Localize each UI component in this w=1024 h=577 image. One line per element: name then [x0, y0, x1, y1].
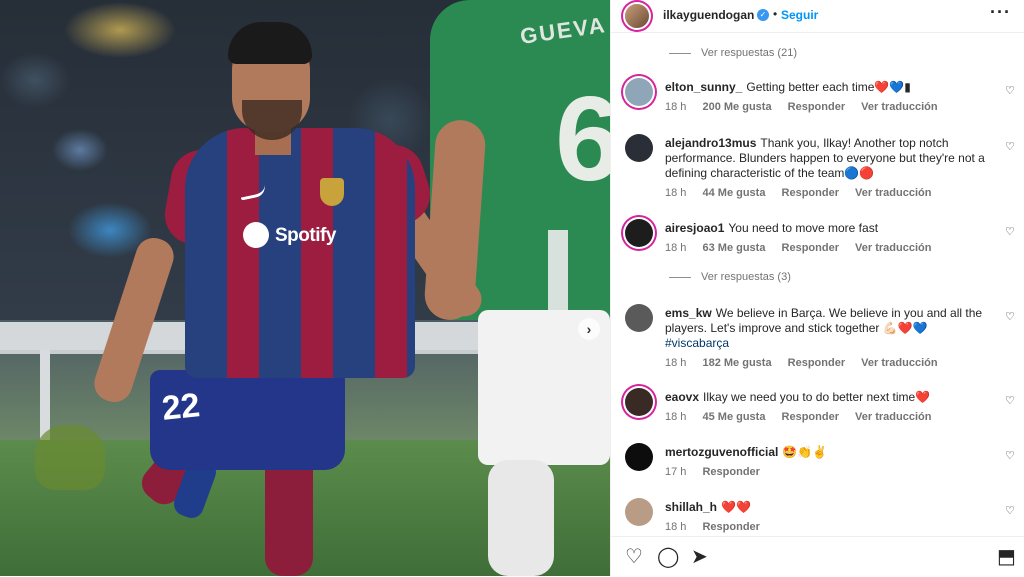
comment-body: shillah_h ❤️❤️ [665, 500, 995, 515]
like-comment-icon[interactable]: ♡ [1005, 140, 1015, 153]
comment-meta: 18 h 200 Me gusta Responder Ver traducci… [665, 101, 951, 113]
comment-likes[interactable]: 182 Me gusta [702, 357, 771, 369]
player-shirt [185, 128, 415, 378]
sponsor-text: Spotify [275, 225, 336, 246]
replies-line [669, 52, 691, 54]
like-comment-icon[interactable]: ♡ [1005, 310, 1015, 323]
commenter-avatar[interactable] [625, 219, 653, 247]
reply-button[interactable]: Responder [788, 357, 845, 369]
comment-time: 17 h [665, 466, 687, 478]
translate-button[interactable]: Ver traducción [855, 187, 931, 199]
share-icon[interactable]: ➤ [691, 547, 708, 567]
comment-meta: 18 h 44 Me gusta Responder Ver traducció… [665, 187, 944, 199]
comment-hashtag[interactable]: #viscabarça [665, 336, 729, 350]
comment-body: ems_kw We believe in Barça. We believe in… [665, 306, 995, 351]
club-crest [320, 178, 344, 206]
translate-button[interactable]: Ver traducción [861, 357, 937, 369]
separator-dot: • [773, 7, 778, 21]
reply-button[interactable]: Responder [782, 242, 839, 254]
commenter-avatar[interactable] [625, 443, 653, 471]
comment-username[interactable]: mertozguvenofficial [665, 445, 778, 459]
comment-username[interactable]: shillah_h [665, 500, 717, 514]
comment-text: ❤️❤️ [721, 500, 751, 514]
comment-username[interactable]: elton_sunny_ [665, 80, 742, 94]
commenter-avatar[interactable] [625, 78, 653, 106]
comment-username[interactable]: eaovx [665, 390, 699, 404]
commenter-avatar[interactable] [625, 134, 653, 162]
commenter-avatar[interactable] [625, 498, 653, 526]
like-comment-icon[interactable]: ♡ [1005, 504, 1015, 517]
comment-username[interactable]: alejandro13mus [665, 136, 756, 150]
comment-body: elton_sunny_ Getting better each time❤️💙▮ [665, 80, 995, 95]
more-options-icon[interactable]: ··· [990, 2, 1011, 23]
comment-likes[interactable]: 63 Me gusta [702, 242, 765, 254]
commenter-avatar[interactable] [625, 304, 653, 332]
player-shorts-number: 22 [160, 386, 202, 428]
comment-username[interactable]: ems_kw [665, 306, 712, 320]
comment-meta: 17 h Responder [665, 466, 773, 478]
view-replies-button[interactable]: Ver respuestas (21) [669, 47, 797, 59]
background-object [35, 425, 105, 490]
comment-body: mertozguvenofficial 🤩👏✌️ [665, 445, 995, 460]
comment-time: 18 h [665, 521, 687, 533]
like-comment-icon[interactable]: ♡ [1005, 84, 1015, 97]
opponent-shirt-stripe [548, 230, 568, 310]
comment-text: You need to move more fast [728, 221, 879, 235]
reply-button[interactable]: Responder [788, 101, 845, 113]
instagram-post-view: GUEVA 6 22 Spotify › ilkayguendogan ✓ • … [0, 0, 1024, 576]
comment-body: airesjoao1 You need to move more fast [665, 221, 995, 236]
follow-button[interactable]: Seguir [781, 8, 818, 22]
translate-button[interactable]: Ver traducción [855, 411, 931, 423]
author-avatar[interactable] [625, 4, 649, 28]
comment-text: Ilkay we need you to do better next time… [703, 390, 931, 404]
post-action-bar: ♡ ◯ ➤ ⬒ [611, 536, 1024, 577]
like-icon[interactable]: ♡ [625, 547, 643, 567]
verified-badge-icon: ✓ [757, 9, 769, 21]
like-comment-icon[interactable]: ♡ [1005, 449, 1015, 462]
view-replies-label: Ver respuestas (21) [701, 47, 797, 59]
author-username[interactable]: ilkayguendogan [663, 8, 754, 22]
reply-button[interactable]: Responder [702, 521, 759, 533]
replies-line [669, 276, 691, 278]
translate-button[interactable]: Ver traducción [861, 101, 937, 113]
comment-body: eaovx Ilkay we need you to do better next… [665, 390, 995, 405]
comments-panel: ilkayguendogan ✓ • Seguir ··· Ver respue… [610, 0, 1024, 576]
fence-post [40, 350, 50, 440]
translate-button[interactable]: Ver traducción [855, 242, 931, 254]
like-comment-icon[interactable]: ♡ [1005, 394, 1015, 407]
comment-time: 18 h [665, 187, 687, 199]
spotify-logo-icon [243, 222, 269, 248]
comment-icon[interactable]: ◯ [657, 547, 679, 567]
reply-button[interactable]: Responder [782, 411, 839, 423]
comment-text: Getting better each time❤️💙▮ [746, 80, 911, 94]
commenter-avatar[interactable] [625, 388, 653, 416]
comment-meta: 18 h 63 Me gusta Responder Ver traducció… [665, 242, 944, 254]
view-replies-button[interactable]: Ver respuestas (3) [669, 271, 791, 283]
comment-meta: 18 h Responder [665, 521, 773, 533]
comment-time: 18 h [665, 357, 687, 369]
comment-username[interactable]: airesjoao1 [665, 221, 724, 235]
comment-time: 18 h [665, 101, 687, 113]
comment-meta: 18 h 45 Me gusta Responder Ver traducció… [665, 411, 944, 423]
comment-likes[interactable]: 45 Me gusta [702, 411, 765, 423]
opponent-leg [488, 460, 554, 576]
comment-time: 18 h [665, 242, 687, 254]
comment-likes[interactable]: 44 Me gusta [702, 187, 765, 199]
comment-text: We believe in Barça. We believe in you a… [665, 306, 983, 335]
reply-button[interactable]: Responder [782, 187, 839, 199]
reply-button[interactable]: Responder [702, 466, 759, 478]
comment-time: 18 h [665, 411, 687, 423]
save-icon[interactable]: ⬒ [997, 547, 1016, 567]
next-photo-button[interactable]: › [578, 318, 600, 340]
like-comment-icon[interactable]: ♡ [1005, 225, 1015, 238]
post-photo[interactable]: GUEVA 6 22 Spotify › [0, 0, 610, 576]
comment-meta: 18 h 182 Me gusta Responder Ver traducci… [665, 357, 951, 369]
opponent-shirt-number: 6 [555, 72, 610, 206]
view-replies-label: Ver respuestas (3) [701, 271, 791, 283]
comment-body: alejandro13mus Thank you, Ilkay! Another … [665, 136, 995, 181]
comments-list[interactable]: Ver respuestas (21) elton_sunny_ Getting … [611, 33, 1024, 535]
comment-likes[interactable]: 200 Me gusta [702, 101, 771, 113]
comment-text: 🤩👏✌️ [782, 445, 828, 459]
post-header: ilkayguendogan ✓ • Seguir ··· [611, 0, 1024, 33]
